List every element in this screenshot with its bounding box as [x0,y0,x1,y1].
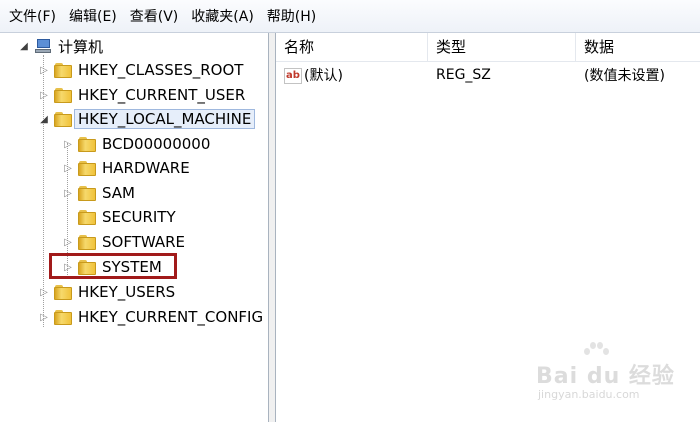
tree-item-hkey-users[interactable]: ▷ HKEY_USERS [38,281,175,303]
collapsed-arrow-icon[interactable]: ▷ [38,312,50,323]
collapsed-arrow-icon[interactable]: ▷ [62,188,74,199]
tree-item-hkey-local-machine[interactable]: ◢ HKEY_LOCAL_MACHINE [38,108,256,130]
expanded-arrow-icon[interactable]: ◢ [18,41,30,52]
tree-item-label: HKEY_USERS [78,283,176,301]
registry-tree: ◢ 计算机 ▷ HKEY_CLASSES_ROOT ▷ HKEY_CURRENT… [0,33,269,422]
column-header-type[interactable]: 类型 [428,33,576,61]
column-header-data[interactable]: 数据 [576,33,700,61]
collapsed-arrow-icon[interactable]: ▷ [62,237,74,248]
folder-icon [78,136,96,152]
folder-icon [54,111,72,127]
tree-item-label: SECURITY [102,208,176,226]
watermark-domain: jingyan.baidu.com [538,388,640,401]
collapsed-arrow-icon[interactable]: ▷ [62,139,74,150]
folder-icon [78,234,96,250]
folder-icon [54,62,72,78]
tree-item-sam[interactable]: ▷ SAM [62,182,135,204]
value-data: (数值未设置) [584,68,665,84]
expanded-arrow-icon[interactable]: ◢ [38,114,50,125]
folder-icon [54,284,72,300]
menu-help[interactable]: 帮助(H) [258,6,316,26]
tree-item-hkey-current-config[interactable]: ▷ HKEY_CURRENT_CONFIG [38,306,263,328]
tree-item-label: HKEY_CLASSES_ROOT [78,61,244,79]
menu-file[interactable]: 文件(F) [0,6,56,26]
tree-item-hardware[interactable]: ▷ HARDWARE [62,157,190,179]
list-header: 名称 类型 数据 [276,33,700,62]
tree-item-software[interactable]: ▷ SOFTWARE [62,231,185,253]
column-header-name[interactable]: 名称 [276,33,428,61]
highlight-annotation-box [49,253,177,279]
watermark-brand: Bai du 经验 [536,364,675,389]
tree-item-label: HKEY_LOCAL_MACHINE [74,109,256,129]
value-type: REG_SZ [436,67,491,83]
tree-item-bcd[interactable]: ▷ BCD00000000 [62,133,210,155]
tree-item-hkey-classes-root[interactable]: ▷ HKEY_CLASSES_ROOT [38,59,243,81]
tree-item-hkey-current-user[interactable]: ▷ HKEY_CURRENT_USER [38,84,245,106]
tree-item-security[interactable]: SECURITY [62,206,176,228]
tree-item-label: HARDWARE [102,159,190,177]
menu-view[interactable]: 查看(V) [121,6,179,26]
ab-icon: ab [284,68,302,84]
collapsed-arrow-icon[interactable]: ▷ [38,65,50,76]
folder-icon [54,87,72,103]
computer-icon [34,38,52,54]
tree-item-label: HKEY_CURRENT_CONFIG [78,308,264,326]
tree-item-label: SOFTWARE [102,233,186,251]
menu-favorites[interactable]: 收藏夹(A) [182,6,254,26]
collapsed-arrow-icon[interactable]: ▷ [62,163,74,174]
folder-icon [78,160,96,176]
tree-item-label: SAM [102,184,136,202]
tree-item-label: BCD00000000 [102,135,211,153]
list-item[interactable]: ab (默认) REG_SZ (数值未设置) [276,63,700,87]
collapsed-arrow-icon[interactable]: ▷ [38,287,50,298]
tree-item-label: HKEY_CURRENT_USER [78,86,246,104]
folder-icon [78,209,96,225]
menu-edit[interactable]: 编辑(E) [60,6,117,26]
tree-item-label: 计算机 [58,37,104,56]
menu-bar: 文件(F) 编辑(E) 查看(V) 收藏夹(A) 帮助(H) [0,0,700,33]
tree-item-computer[interactable]: ◢ 计算机 [18,35,103,57]
value-name-cell: ab (默认) [276,65,428,85]
value-name: (默认) [304,68,343,84]
collapsed-arrow-icon[interactable]: ▷ [38,90,50,101]
baidu-watermark: Bai du 经验 jingyan.baidu.com [536,340,696,410]
folder-icon [78,185,96,201]
pane-splitter[interactable] [269,33,276,422]
folder-icon [54,309,72,325]
